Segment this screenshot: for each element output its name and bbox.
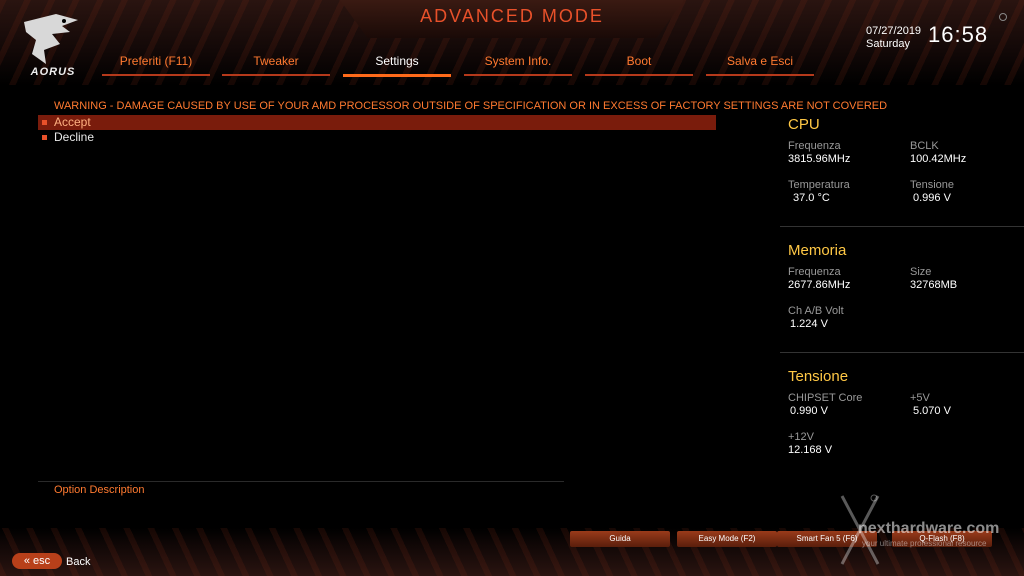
mem-size-label: Size [910,266,932,278]
mem-volt-value: 1.224 V [790,318,828,330]
tab-preferiti[interactable]: Preferiti (F11) [102,52,210,76]
v5-label: +5V [910,392,930,404]
voltage-section-title: Tensione [788,368,849,385]
cpu-freq-value: 3815.96MHz [788,153,851,165]
watermark-subtext: your ultimate professional resource [862,539,987,548]
cpu-volt-value: 0.996 V [913,192,951,204]
page-title: ADVANCED MODE [420,6,604,26]
tab-tweaker[interactable]: Tweaker [222,52,330,76]
cpu-freq-label: Frequenza [788,140,841,152]
logo-text: AORUS [30,66,76,78]
cpu-volt-label: Tensione [910,179,955,191]
cpu-bclk-label: BCLK [910,140,939,152]
option-description-label: Option Description [54,484,145,496]
watermark-text: nexthardware.com [858,520,1000,537]
date-text: 07/27/2019 [866,25,922,37]
memory-section-title: Memoria [788,242,847,259]
easy-mode-button[interactable]: Easy Mode (F2) [677,531,777,547]
back-label: Back [66,556,91,568]
tab-settings[interactable]: Settings [343,52,451,77]
bullet-icon [42,135,47,140]
description-divider [38,481,564,482]
amd-warning-text: WARNING - DAMAGE CAUSED BY USE OF YOUR A… [54,100,888,112]
double-chevron-left-icon: « [23,555,30,567]
cpu-bclk-value: 100.42MHz [910,153,967,165]
chipset-label: CHIPSET Core [788,392,863,404]
tab-boot[interactable]: Boot [585,52,693,76]
clock-time: 16:58 [928,22,989,47]
option-label: Accept [54,115,91,129]
day-text: Saturday [866,38,911,50]
mem-size-value: 32768MB [910,279,958,291]
cpu-temp-label: Temperatura [788,179,850,191]
v12-value: 12.168 V [788,444,833,456]
tab-salva-esci[interactable]: Salva e Esci [706,52,814,76]
option-accept[interactable]: Accept [38,115,716,130]
tab-system-info[interactable]: System Info. [464,52,572,76]
section-divider [780,352,1024,353]
cpu-temp-value: 37.0 °C [793,192,830,204]
section-divider [780,226,1024,227]
v5-value: 5.070 V [913,405,951,417]
esc-label: esc [33,555,51,567]
v12-label: +12V [788,431,814,443]
esc-button[interactable]: « esc [12,553,62,569]
chipset-value: 0.990 V [790,405,828,417]
mem-volt-label: Ch A/B Volt [788,305,844,317]
settings-dot-icon[interactable] [999,13,1007,21]
cpu-section-title: CPU [788,116,820,133]
mem-freq-label: Frequenza [788,266,841,278]
option-label: Decline [54,130,95,144]
bullet-icon [42,120,47,125]
option-decline[interactable]: Decline [38,130,716,145]
mem-freq-value: 2677.86MHz [788,279,851,291]
date-display: 07/27/2019 Saturday [866,25,921,51]
help-button[interactable]: Guida [570,531,670,547]
